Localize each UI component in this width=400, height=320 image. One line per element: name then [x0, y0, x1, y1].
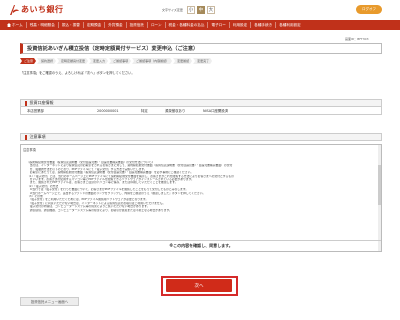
- step: 変更完了: [193, 58, 212, 64]
- notice-scrollbar-thumb[interactable]: [378, 165, 381, 205]
- account-info-row: 本店営業部 2000000001 特定 源泉徴収あり NISA口座開設済: [20, 107, 382, 115]
- nav-item-usage-settings[interactable]: 利用設定: [230, 22, 252, 28]
- global-nav: ホーム 残高・明細照会 振込・振替 定期預金 外貨預金 投資信託 ローン 税金・…: [0, 20, 400, 30]
- step: 契約選択: [37, 58, 56, 64]
- next-button[interactable]: 次へ: [166, 279, 232, 292]
- nav-item-procedures[interactable]: 各種手続き: [251, 22, 277, 28]
- nav-item-label: ホーム: [12, 23, 23, 27]
- home-icon: [7, 23, 11, 27]
- account-section-heading: 投資口座情報: [20, 99, 382, 107]
- notice-text: 【契約締結前交付書面（投資信託説明書（交付目論見書）・目論見書補完書面）の交付方…: [27, 161, 377, 212]
- step: ご確認事項: [109, 58, 131, 64]
- font-size-switcher: 文字サイズ変更 小 中 大: [162, 6, 215, 14]
- nav-item-other-settings[interactable]: 各種利用設定: [276, 22, 304, 28]
- header: あいち銀行 文字サイズ変更 小 中 大 ログオフ: [0, 0, 400, 20]
- bank-name: あいち銀行: [21, 5, 64, 14]
- font-size-label: 文字サイズ変更: [162, 8, 183, 12]
- nav-item-home[interactable]: ホーム: [4, 22, 27, 28]
- account-tax: 源泉徴収あり: [165, 109, 186, 113]
- step-current: ご注意: [20, 58, 36, 64]
- notice-box-title: 注意事項: [23, 148, 36, 152]
- nav-item-e-loan[interactable]: 電子ロー: [208, 22, 230, 28]
- intro-text: 「注意事項」をご確認のうえ、よろしければ「次へ」ボタンを押してください。: [20, 71, 135, 75]
- logout-button[interactable]: ログオフ: [356, 5, 382, 14]
- nav-item-transfer[interactable]: 振込・振替: [59, 22, 84, 28]
- step: 定時定額買付変更: [57, 58, 88, 64]
- font-size-medium-button[interactable]: 中: [196, 6, 205, 14]
- nav-item-loan[interactable]: ローン: [148, 22, 166, 28]
- font-size-large-button[interactable]: 大: [206, 6, 215, 14]
- page-title: 投資信託あいぎん積立投信（定時定額買付サービス）変更申込（ご注意）: [20, 43, 382, 54]
- nav-item-investment-trust[interactable]: 投資信託: [127, 22, 148, 28]
- notice-box[interactable]: 注意事項 【契約締結前交付書面（投資信託説明書（交付目論見書）・目論見書補完書面…: [20, 144, 382, 252]
- step-indicator: ご注意 契約選択 定時定額買付変更 変更入力 ご確認事項 ご確認事項（内容確認）…: [20, 58, 213, 64]
- account-type: 特定: [141, 109, 148, 113]
- screen-id: 画面ID：BFT303: [345, 37, 369, 41]
- account-nisa: NISA口座開設済: [203, 109, 229, 113]
- nav-item-balance[interactable]: 残高・明細照会: [27, 22, 59, 28]
- notice-confirm-text: ※この内容を確認し、同意します。: [21, 240, 381, 251]
- step: ご確認事項（内容確認）: [132, 58, 172, 64]
- nav-item-tax-payment[interactable]: 税金・各種料金の払込: [166, 22, 209, 28]
- nav-item-time-deposit[interactable]: 定期預金: [84, 22, 106, 28]
- step: 変更確認: [173, 58, 192, 64]
- step: 変更入力: [89, 58, 108, 64]
- notice-line: 通信環境、通信機器、コンピューターシステム等の障害により、お取引が遅延または不能…: [27, 208, 172, 212]
- account-branch: 本店営業部: [27, 109, 44, 113]
- font-size-small-button[interactable]: 小: [186, 6, 195, 14]
- nav-item-foreign-deposit[interactable]: 外貨預金: [105, 22, 127, 28]
- notice-section-heading: 注意事項: [20, 133, 382, 141]
- back-to-menu-button[interactable]: 投資信託メニュー画面へ: [20, 297, 79, 306]
- bank-logo-icon: [10, 5, 19, 15]
- account-number: 2000000001: [97, 108, 119, 113]
- notice-scrollbar[interactable]: [378, 145, 381, 251]
